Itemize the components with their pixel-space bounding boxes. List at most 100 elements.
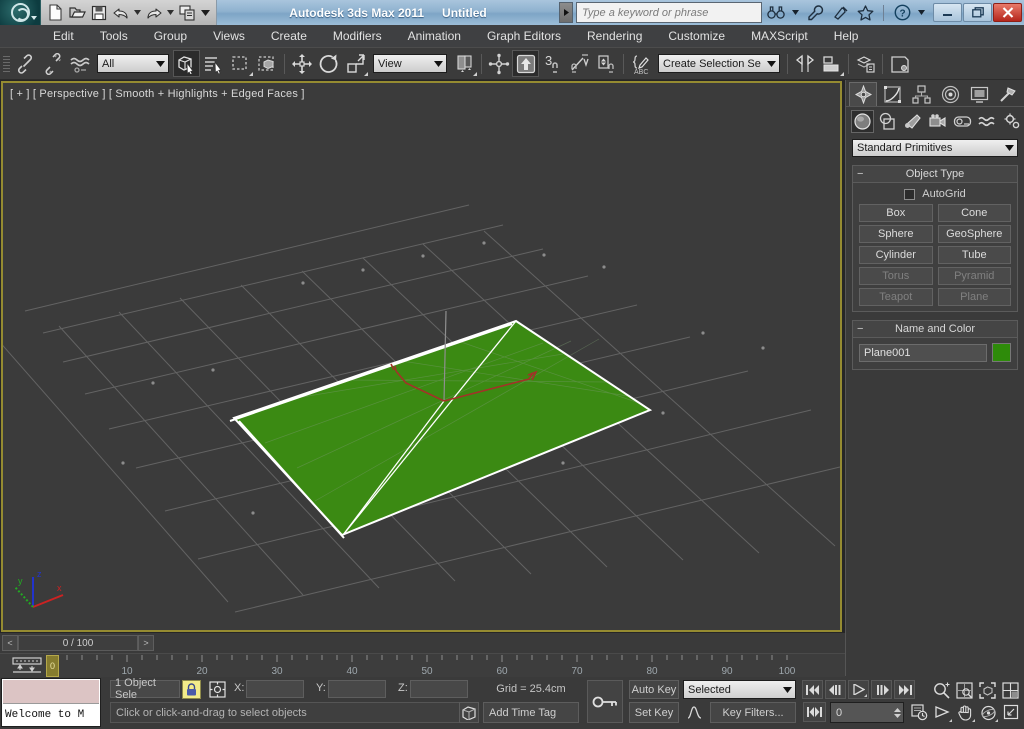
tab-utilities[interactable] [994, 82, 1022, 106]
tab-hierarchy[interactable] [907, 82, 935, 106]
menu-item-graph-editors[interactable]: Graph Editors [474, 27, 574, 45]
create-tube-button[interactable]: Tube [937, 246, 1011, 264]
message-log-text[interactable]: Welcome to M [2, 705, 100, 725]
search-input[interactable]: Type a keyword or phrase [576, 2, 762, 23]
create-cylinder-button[interactable]: Cylinder [859, 246, 933, 264]
goto-end-button[interactable] [894, 680, 915, 699]
maximize-viewport-toggle-button[interactable] [1000, 702, 1022, 723]
menu-item-edit[interactable]: Edit [40, 27, 87, 45]
select-and-manipulate-button[interactable] [485, 50, 512, 77]
application-menu-button[interactable] [0, 0, 41, 25]
select-object-button[interactable] [173, 50, 200, 77]
add-time-tag-button[interactable]: Add Time Tag [483, 702, 579, 723]
align-flyout-button[interactable] [818, 50, 845, 77]
parameter-curve-button[interactable] [683, 702, 707, 723]
menu-item-tools[interactable]: Tools [87, 27, 141, 45]
select-and-move-button[interactable] [288, 50, 315, 77]
tab-modify[interactable] [878, 82, 906, 106]
create-pyramid-button[interactable]: Pyramid [937, 267, 1011, 285]
search-binoculars-button[interactable] [765, 2, 787, 23]
edit-named-selection-sets-button[interactable]: ABC [627, 50, 654, 77]
redo-button[interactable] [144, 2, 164, 23]
key-filter-set-dropdown[interactable]: Selected [683, 680, 796, 699]
category-helpers[interactable] [951, 110, 974, 133]
redo-dropdown[interactable] [166, 2, 175, 23]
zoom-extents-button[interactable] [976, 680, 998, 701]
window-crossing-toggle-button[interactable] [254, 50, 281, 77]
select-by-name-button[interactable] [200, 50, 227, 77]
select-and-link-button[interactable] [12, 50, 39, 77]
open-file-button[interactable] [67, 2, 87, 23]
close-button[interactable] [993, 3, 1022, 22]
category-systems[interactable] [1001, 110, 1024, 133]
object-type-header[interactable]: − Object Type [853, 166, 1017, 183]
z-coordinate-input[interactable] [410, 680, 468, 698]
rectangular-selection-region-button[interactable] [227, 50, 254, 77]
zoom-all-button[interactable] [953, 680, 975, 701]
autogrid-row[interactable]: AutoGrid [853, 183, 1017, 204]
object-name-input[interactable]: Plane001 [859, 343, 987, 362]
menu-item-rendering[interactable]: Rendering [574, 27, 655, 45]
menu-item-animation[interactable]: Animation [395, 27, 474, 45]
next-frame-button[interactable] [871, 680, 892, 699]
key-mode-toggle-button[interactable] [803, 702, 826, 722]
subscription-wrench-button[interactable] [804, 2, 826, 23]
isolate-selection-button[interactable] [459, 702, 479, 723]
mirror-button[interactable] [791, 50, 818, 77]
perspective-viewport[interactable]: [ + ] [ Perspective ] [ Smooth + Highlig… [1, 81, 842, 632]
undo-dropdown[interactable] [133, 2, 142, 23]
key-filters-button[interactable]: Key Filters... [710, 702, 796, 723]
category-cameras[interactable] [926, 110, 949, 133]
create-cone-button[interactable]: Cone [937, 204, 1011, 222]
track-bar[interactable]: 10 20 30 40 50 60 70 80 90 100 0 [0, 653, 845, 677]
snaps-toggle-button[interactable] [512, 50, 539, 77]
reference-coordinate-system-dropdown[interactable]: View [373, 54, 447, 73]
unlink-selection-button[interactable] [39, 50, 66, 77]
minimize-button[interactable] [933, 3, 962, 22]
menu-item-modifiers[interactable]: Modifiers [320, 27, 395, 45]
play-animation-button[interactable] [848, 680, 869, 699]
object-color-swatch[interactable] [992, 343, 1011, 362]
previous-frame-button[interactable]: < [2, 635, 18, 651]
select-and-scale-button[interactable] [342, 50, 369, 77]
create-sphere-button[interactable]: Sphere [859, 225, 933, 243]
name-and-color-header[interactable]: − Name and Color [853, 321, 1017, 338]
favorites-button[interactable] [854, 2, 876, 23]
restore-button[interactable] [963, 3, 992, 22]
autogrid-checkbox[interactable] [904, 188, 916, 200]
communication-center-button[interactable] [829, 2, 851, 23]
new-file-button[interactable] [45, 2, 65, 23]
tab-display[interactable] [965, 82, 993, 106]
orbit-button[interactable] [977, 702, 999, 723]
qat-dropdown[interactable] [199, 2, 212, 23]
auto-key-button[interactable]: Auto Key [629, 680, 679, 699]
set-key-button[interactable]: Set Key [629, 702, 679, 723]
category-geometry[interactable] [851, 110, 874, 133]
create-plane-button[interactable]: Plane [937, 288, 1011, 306]
undo-button[interactable] [111, 2, 131, 23]
pan-view-button[interactable] [954, 702, 976, 723]
toolbar-grip[interactable] [3, 51, 10, 77]
create-teapot-button[interactable]: Teapot [859, 288, 933, 306]
selection-filter-dropdown[interactable]: All [97, 54, 169, 73]
y-coordinate-input[interactable] [328, 680, 386, 698]
menu-item-help[interactable]: Help [821, 27, 872, 45]
menu-item-group[interactable]: Group [141, 27, 200, 45]
tab-create[interactable] [849, 82, 877, 106]
menu-item-customize[interactable]: Customize [655, 27, 738, 45]
goto-start-button[interactable] [802, 680, 823, 699]
category-lights[interactable] [901, 110, 924, 133]
frame-display[interactable]: 0 / 100 [18, 635, 138, 651]
tab-motion[interactable] [936, 82, 964, 106]
bind-to-space-warp-button[interactable] [66, 50, 93, 77]
menu-item-create[interactable]: Create [258, 27, 320, 45]
subcategory-dropdown[interactable]: Standard Primitives [852, 139, 1018, 157]
create-geosphere-button[interactable]: GeoSphere [937, 225, 1011, 243]
category-space-warps[interactable] [976, 110, 999, 133]
percent-snap-toggle-button[interactable] [566, 50, 593, 77]
spinner-snap-toggle-button[interactable] [593, 50, 620, 77]
search-scope-dropdown[interactable] [559, 2, 573, 23]
x-coordinate-input[interactable] [246, 680, 304, 698]
save-file-button[interactable] [89, 2, 109, 23]
transform-center-button[interactable] [207, 680, 227, 699]
